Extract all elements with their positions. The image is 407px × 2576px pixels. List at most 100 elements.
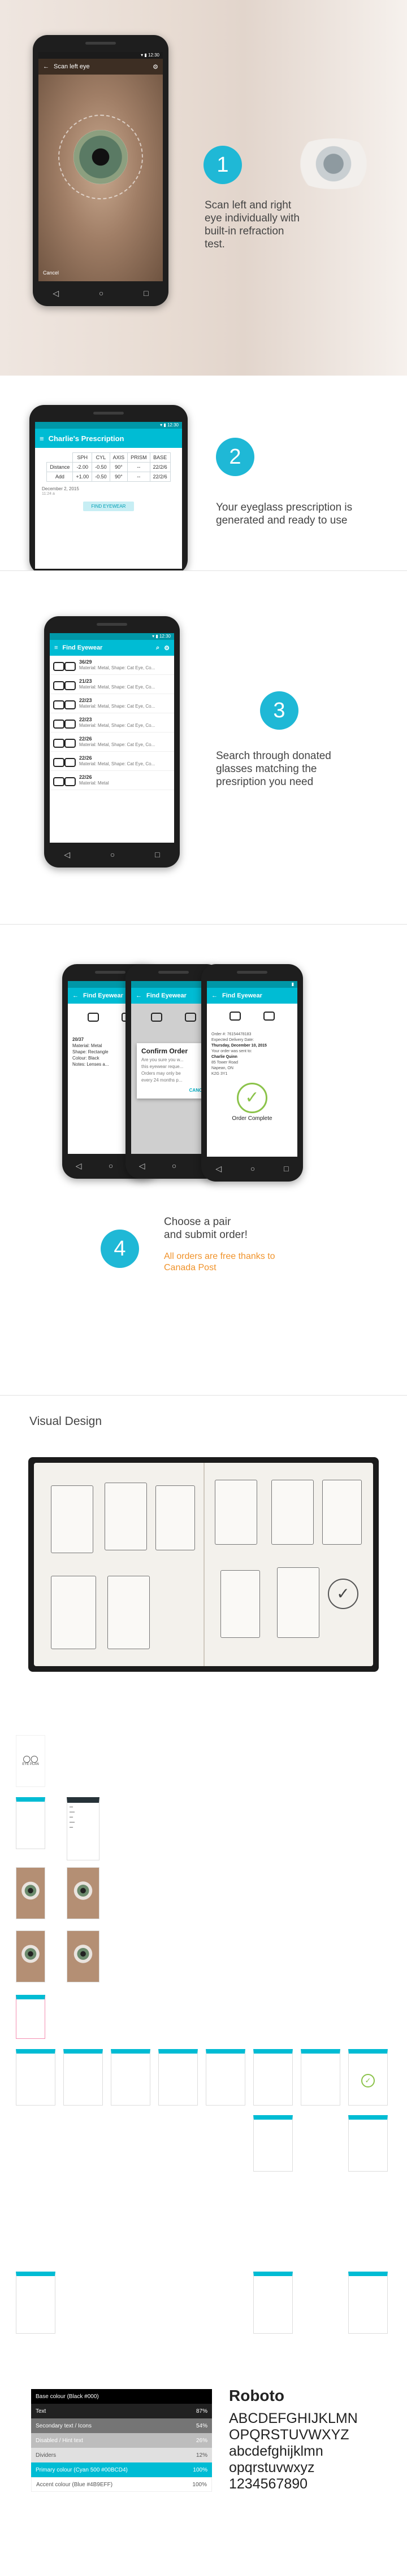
- table-cell: 22/2/6: [149, 462, 171, 472]
- sketch-frame: [322, 1480, 362, 1545]
- glasses-image: [151, 1012, 196, 1028]
- dialog-line: Orders may only be: [141, 1071, 181, 1076]
- font-upper-1: ABCDEFGHIJKLMN: [229, 2411, 358, 2426]
- settings-icon[interactable]: ⚙: [153, 63, 158, 71]
- thumb-screen: [206, 2049, 245, 2106]
- thumb-screen: [16, 1797, 45, 1849]
- home-nav-icon[interactable]: ○: [110, 850, 115, 859]
- thumb-complete: ✓: [348, 2049, 388, 2106]
- section-order: ▮ ← Find Eyewear 20/37 Material: Metal Sh…: [0, 925, 407, 1343]
- glasses-icon: [53, 718, 76, 729]
- dialog-line: Are you sure you w...: [141, 1057, 184, 1062]
- settings-icon[interactable]: ⚙: [164, 644, 170, 652]
- section-find-eyewear: ▾ ▮ 12:30 ≡ Find Eyewear ⌕ ⚙ 36/29 Materi…: [0, 571, 407, 923]
- eyewear-screen: ▾ ▮ 12:30 ≡ Find Eyewear ⌕ ⚙ 36/29 Materi…: [50, 633, 174, 843]
- table-cell: -2.00: [72, 462, 93, 472]
- sketch-frame: [155, 1485, 195, 1550]
- recents-nav-icon[interactable]: □: [284, 1164, 288, 1173]
- step-badge-1: 1: [204, 146, 242, 184]
- table-cell: --: [127, 472, 150, 482]
- color-name: Accent colour (Blue #4B9EFF): [36, 2481, 113, 2488]
- sketch-check-icon: ✓: [328, 1579, 358, 1609]
- table-cell: -0.50: [92, 472, 110, 482]
- home-nav-icon[interactable]: ○: [172, 1161, 176, 1170]
- step-badge-2: 2: [216, 438, 254, 476]
- font-name: Roboto: [229, 2387, 284, 2404]
- status-bar: ▾ ▮ 12:30: [38, 52, 163, 59]
- list-item[interactable]: 21/23 Material: Metal, Shape: Cat Eye, Co…: [50, 675, 174, 694]
- eye-camera-view: [38, 75, 163, 281]
- section-prescription: ▾ ▮ 12:30 ≡ Charlie's Prescription SPH C…: [0, 376, 407, 570]
- cancel-button[interactable]: Cancel: [43, 270, 59, 276]
- color-value: 12%: [196, 2452, 207, 2459]
- phone-eyewear: ▾ ▮ 12:30 ≡ Find Eyewear ⌕ ⚙ 36/29 Materi…: [44, 616, 180, 868]
- home-nav-icon[interactable]: ○: [250, 1164, 255, 1173]
- back-arrow-icon[interactable]: ←: [211, 992, 218, 999]
- table-cell: +1.00: [72, 472, 93, 482]
- phone-speaker: [158, 971, 189, 974]
- color-row: Dividers 12%: [31, 2448, 212, 2462]
- prescription-table: SPH CYL AXIS PRISM BASE Distance -2.00 -…: [46, 452, 171, 482]
- detail-code: 20/37: [72, 1037, 84, 1042]
- order-complete-label: Order Complete: [232, 1115, 272, 1122]
- sketchbook-photo: ✓: [28, 1457, 379, 1672]
- phone-speaker: [85, 42, 116, 45]
- detail-line: Material: Metal: [72, 1043, 102, 1048]
- color-row: Primary colour (Cyan 500 #00BCD4) 100%: [31, 2462, 212, 2477]
- glasses-icon: [53, 680, 76, 690]
- back-arrow-icon[interactable]: ←: [136, 992, 142, 999]
- table-cell: -0.50: [92, 462, 110, 472]
- home-nav-icon[interactable]: ○: [109, 1161, 113, 1170]
- back-nav-icon[interactable]: ◁: [215, 1164, 222, 1174]
- thumb-screen: [111, 2049, 150, 2106]
- header-cell: BASE: [149, 452, 171, 463]
- logo-icon: ◯◯: [23, 1755, 38, 1763]
- back-nav-icon[interactable]: ◁: [53, 289, 59, 298]
- search-icon[interactable]: ⌕: [156, 644, 159, 652]
- list-item[interactable]: 22/23 Material: Metal, Shape: Cat Eye, Co…: [50, 694, 174, 713]
- item-desc: Material: Metal, Shape: Cat Eye, Co...: [79, 742, 155, 747]
- glasses-icon: [53, 738, 76, 748]
- thumb-list: [253, 2272, 293, 2334]
- back-nav-icon[interactable]: ◁: [64, 850, 70, 860]
- status-bar: ▾ ▮ 12:30: [35, 422, 182, 429]
- sketch-frame: [215, 1480, 257, 1545]
- color-value: 54%: [196, 2422, 207, 2429]
- recents-nav-icon[interactable]: □: [155, 850, 159, 859]
- find-eyewear-button[interactable]: FIND EYEWEAR: [83, 502, 134, 511]
- free-orders-note: All orders are free thanks to Canada Pos…: [164, 1252, 275, 1272]
- step-text-3: Search through donated glasses matching …: [216, 750, 331, 788]
- thumb-annotated: [16, 1995, 45, 2039]
- section-divider: [0, 1395, 407, 1396]
- list-item[interactable]: 22/26 Material: Metal, Shape: Cat Eye, Co…: [50, 752, 174, 771]
- sketch-frame: [107, 1576, 150, 1649]
- prescription-screen: ▾ ▮ 12:30 ≡ Charlie's Prescription SPH C…: [35, 422, 182, 569]
- list-item[interactable]: 22/23 Material: Metal, Shape: Cat Eye, Co…: [50, 713, 174, 733]
- menu-icon[interactable]: ≡: [40, 434, 44, 443]
- home-nav-icon[interactable]: ○: [99, 289, 103, 298]
- back-nav-icon[interactable]: ◁: [139, 1161, 145, 1171]
- dialog-cancel-button[interactable]: CANCEL: [141, 1087, 208, 1094]
- list-item[interactable]: 36/29 Material: Metal, Shape: Cat Eye, Co…: [50, 656, 174, 675]
- thumb-list: [348, 2272, 388, 2334]
- back-arrow-icon[interactable]: ←: [43, 63, 49, 70]
- back-arrow-icon[interactable]: ←: [72, 992, 79, 999]
- font-digits: 1234567890: [229, 2476, 308, 2492]
- item-desc: Material: Metal, Shape: Cat Eye, Co...: [79, 723, 155, 728]
- list-item[interactable]: 22/26 Material: Metal: [50, 771, 174, 790]
- thumb-screen: [158, 2049, 198, 2106]
- color-palette-table: Base colour (Black #000) Text 87% Seconda…: [31, 2389, 212, 2492]
- phone-complete: ▮ ← Find Eyewear Order #: 76154478183 Exp…: [201, 964, 303, 1182]
- color-name: Text: [36, 2408, 46, 2414]
- back-nav-icon[interactable]: ◁: [76, 1161, 82, 1171]
- color-name: Primary colour (Cyan 500 #00BCD4): [36, 2466, 128, 2473]
- step-text-1: Scan left and right eye individually wit…: [205, 199, 300, 250]
- header-cell: AXIS: [109, 452, 128, 463]
- thumb-eye: [16, 1867, 45, 1919]
- menu-icon[interactable]: ≡: [54, 644, 58, 651]
- list-item[interactable]: 22/26 Material: Metal, Shape: Cat Eye, Co…: [50, 733, 174, 752]
- order-number: Order #: 76154478183: [211, 1032, 252, 1036]
- step-text-4: Choose a pair and submit order!: [164, 1216, 248, 1241]
- recents-nav-icon[interactable]: □: [144, 289, 148, 298]
- section-scan: ▾ ▮ 12:30 ← Scan left eye ⚙ Cancel ◁ ○ □…: [0, 0, 407, 376]
